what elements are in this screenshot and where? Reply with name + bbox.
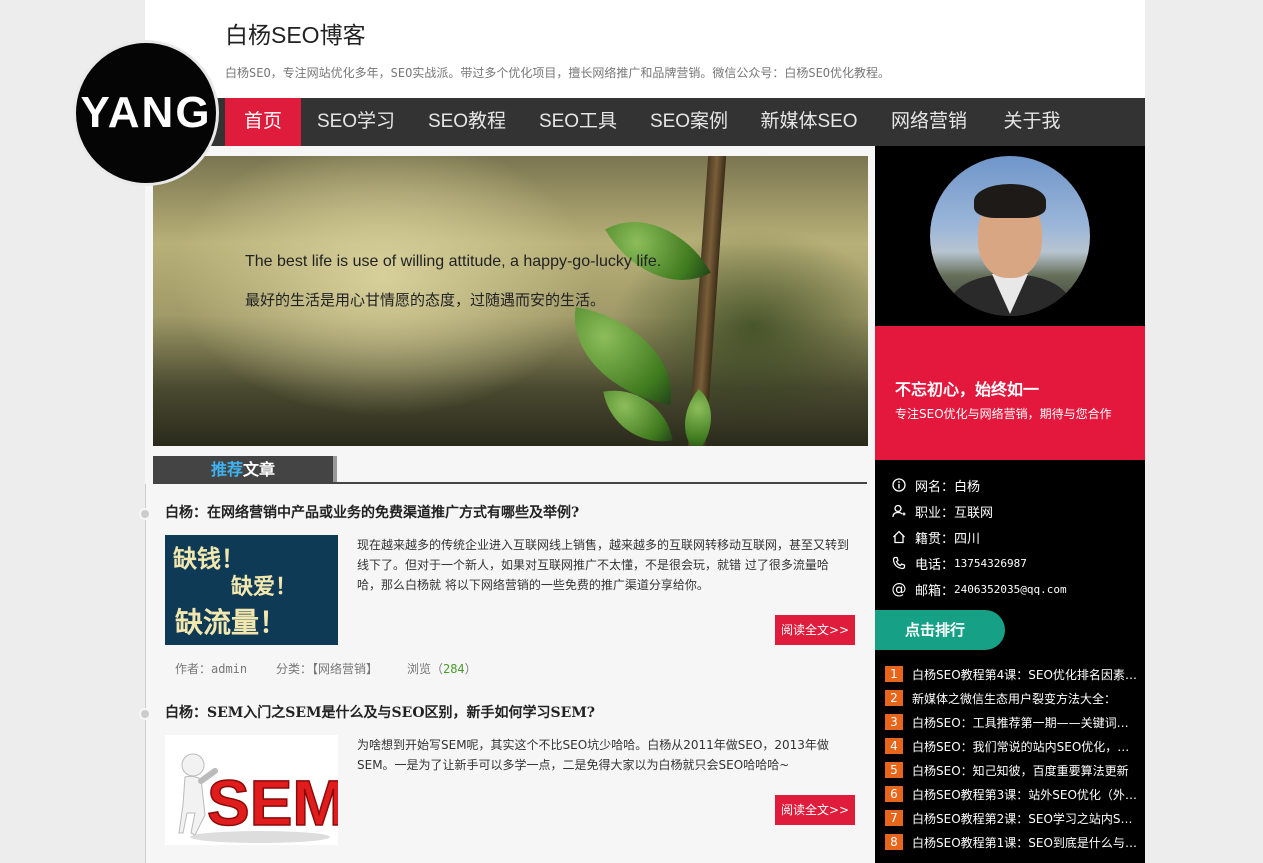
rank-title: 白杨SEO：工具推荐第一期——关键词挖掘: [912, 715, 1138, 730]
author-avatar: [930, 156, 1090, 316]
post-thumbnail[interactable]: 缺钱！ 缺爱！ 缺流量！: [165, 535, 338, 645]
rank-title: 白杨SEO：知己知彼，百度重要算法更新: [912, 763, 1129, 778]
rank-list-item[interactable]: 4 白杨SEO：我们常说的站内SEO优化，到底: [885, 734, 1140, 758]
rank-number: 3: [885, 714, 903, 730]
recommended-section-tab: 推荐文章: [153, 456, 333, 483]
section-divider: [153, 482, 867, 484]
sem-figure-illustration: SEM: [178, 753, 338, 843]
post-views-close: ）: [464, 662, 477, 676]
timeline-dot: [139, 708, 151, 720]
thumb-text-line: 缺爱！: [231, 574, 298, 600]
rank-title: 白杨SEO：我们常说的站内SEO优化，到底: [912, 739, 1138, 754]
nav-item-seo-tools[interactable]: SEO工具: [528, 98, 628, 146]
motto-subtitle: 专注SEO优化与网络营销，期待与您合作: [895, 407, 1112, 421]
rank-list-item[interactable]: 7 白杨SEO教程第2课：SEO学习之站内SEO优化: [885, 806, 1140, 830]
banner-leaf-graphic: [666, 388, 730, 446]
info-icon: [891, 477, 907, 493]
nav-item-seo-learn[interactable]: SEO学习: [305, 98, 407, 146]
hero-banner: The best life is use of willing attitude…: [153, 156, 868, 446]
info-label: 职业：: [915, 505, 955, 521]
page-container: 白杨SEO博客 白杨SEO，专注网站优化多年，SEO实战派。带过多个优化项目，擅…: [139, 0, 1145, 863]
rank-number: 8: [885, 834, 903, 850]
site-description: 白杨SEO，专注网站优化多年，SEO实战派。带过多个优化项目，擅长网络推广和品牌…: [225, 66, 891, 80]
rank-list-item[interactable]: 3 白杨SEO：工具推荐第一期——关键词挖掘: [885, 710, 1140, 734]
phone-icon: [891, 555, 907, 571]
rank-number: 1: [885, 666, 903, 682]
at-icon: @: [891, 580, 907, 598]
info-value: 白杨: [954, 479, 981, 495]
section-title-rest: 文章: [243, 460, 276, 479]
info-value: 四川: [954, 531, 981, 547]
banner-quote-cn: 最好的生活是用心甘情愿的态度，过随遇而安的生活。: [245, 291, 606, 309]
post-excerpt: 为啥想到开始写SEM呢，其实这个不比SEO坑少哈哈。白杨从2011年做SEO，2…: [357, 738, 829, 772]
post-meta: 作者：admin 分类：【网络营销】 浏览（284）: [175, 660, 477, 677]
rank-number: 5: [885, 762, 903, 778]
main-nav: 首页 SEO学习 SEO教程 SEO工具 SEO案例 新媒体SEO 网络营销 关…: [145, 98, 1145, 146]
banner-leaf-graphic: [605, 194, 711, 308]
info-label: 籍贯：: [915, 531, 955, 547]
rank-title: 白杨SEO教程第1课：SEO到底是什么与关系: [912, 835, 1138, 850]
site-header: 白杨SEO博客 白杨SEO，专注网站优化多年，SEO实战派。带过多个优化项目，擅…: [145, 0, 1145, 98]
post-category[interactable]: 分类：【网络营销】: [276, 662, 378, 676]
read-more-button[interactable]: 阅读全文>>: [775, 795, 855, 825]
section-title-highlight: 推荐: [210, 460, 243, 479]
rank-list-item[interactable]: 5 白杨SEO：知己知彼，百度重要算法更新: [885, 758, 1140, 782]
rank-number: 4: [885, 738, 903, 754]
sidebar: 不忘初心，始终如一 专注SEO优化与网络营销，期待与您合作 网名： 白杨 职业：…: [875, 146, 1145, 863]
sem-thumb-text: SEM: [207, 767, 338, 839]
read-more-button[interactable]: 阅读全文>>: [775, 615, 855, 645]
rank-title: 白杨SEO教程第3课：站外SEO优化（外链）: [912, 787, 1138, 802]
post-author: 作者：admin: [175, 662, 248, 676]
post-views-label: 浏览（: [406, 662, 443, 676]
rank-number: 2: [885, 690, 903, 706]
site-logo[interactable]: YANG: [73, 40, 219, 186]
info-value: 13754326987: [954, 556, 1027, 570]
info-label: 邮箱：: [915, 583, 955, 599]
rank-title: 新媒体之微信生态用户裂变方法大全：: [912, 691, 1117, 706]
post-title[interactable]: 白杨：SEM入门之SEM是什么及与SEO区别，新手如何学习SEM?: [165, 702, 595, 722]
nav-item-about[interactable]: 关于我: [990, 98, 1074, 146]
info-row-occupation: 职业： 互联网: [891, 498, 1141, 524]
rank-list-item[interactable]: 8 白杨SEO教程第1课：SEO到底是什么与关系: [885, 830, 1140, 854]
rank-title: 白杨SEO教程第4课：SEO优化排名因素有哪些: [912, 667, 1138, 682]
post-item: 白杨：在网络营销中产品或业务的免费渠道推广方式有哪些及举例? 缺钱！ 缺爱！ 缺…: [139, 502, 867, 682]
rank-list-item[interactable]: 6 白杨SEO教程第3课：站外SEO优化（外链）: [885, 782, 1140, 806]
nav-item-online-marketing[interactable]: 网络营销: [879, 98, 979, 146]
post-thumbnail[interactable]: SEM: [165, 735, 338, 845]
rank-list-item[interactable]: 2 新媒体之微信生态用户裂变方法大全：: [885, 686, 1140, 710]
post-views-count: 284: [442, 662, 465, 676]
timeline-dot: [139, 508, 151, 520]
thumb-text-line: 缺流量！: [175, 606, 288, 639]
post-excerpt: 现在越来越多的传统企业进入互联网线上销售，越来越多的互联网转移动互联网，甚至又转…: [357, 538, 850, 592]
motto-panel: 不忘初心，始终如一 专注SEO优化与网络营销，期待与您合作: [875, 326, 1145, 460]
author-info-list: 网名： 白杨 职业： 互联网 籍贯： 四川 电话： 13754326987 @ …: [891, 472, 1141, 602]
post-title[interactable]: 白杨：在网络营销中产品或业务的免费渠道推广方式有哪些及举例?: [165, 502, 579, 522]
rank-title: 白杨SEO教程第2课：SEO学习之站内SEO优化: [912, 811, 1138, 826]
home-icon: [891, 529, 907, 545]
nav-item-new-media-seo[interactable]: 新媒体SEO: [749, 98, 869, 146]
rank-number: 6: [885, 786, 903, 802]
site-title[interactable]: 白杨SEO博客: [225, 16, 366, 50]
rank-number: 7: [885, 810, 903, 826]
rank-tab[interactable]: 点击排行: [875, 610, 1005, 650]
banner-leaf-graphic: [561, 307, 685, 405]
rank-list: 1 白杨SEO教程第4课：SEO优化排名因素有哪些 2 新媒体之微信生态用户裂变方法…: [885, 662, 1140, 854]
info-row-phone: 电话： 13754326987: [891, 550, 1141, 576]
rank-list-item[interactable]: 1 白杨SEO教程第4课：SEO优化排名因素有哪些: [885, 662, 1140, 686]
avatar-section: [875, 146, 1145, 326]
motto-title: 不忘初心，始终如一: [895, 380, 1040, 399]
banner-quote-en: The best life is use of willing attitude…: [245, 253, 662, 270]
info-value: 互联网: [954, 505, 994, 521]
info-row-hometown: 籍贯： 四川: [891, 524, 1141, 550]
info-label: 网名：: [915, 479, 955, 495]
nav-item-seo-tutorial[interactable]: SEO教程: [417, 98, 517, 146]
info-value: 2406352035@qq.com: [954, 582, 1067, 596]
info-row-nickname: 网名： 白杨: [891, 472, 1141, 498]
user-icon: [891, 503, 907, 519]
info-label: 电话：: [915, 557, 955, 573]
post-item: 白杨：SEM入门之SEM是什么及与SEO区别，新手如何学习SEM? SEM 为啥…: [139, 702, 867, 863]
nav-item-seo-cases[interactable]: SEO案例: [639, 98, 739, 146]
nav-item-home[interactable]: 首页: [225, 98, 301, 146]
info-row-email: @ 邮箱： 2406352035@qq.com: [891, 576, 1141, 602]
